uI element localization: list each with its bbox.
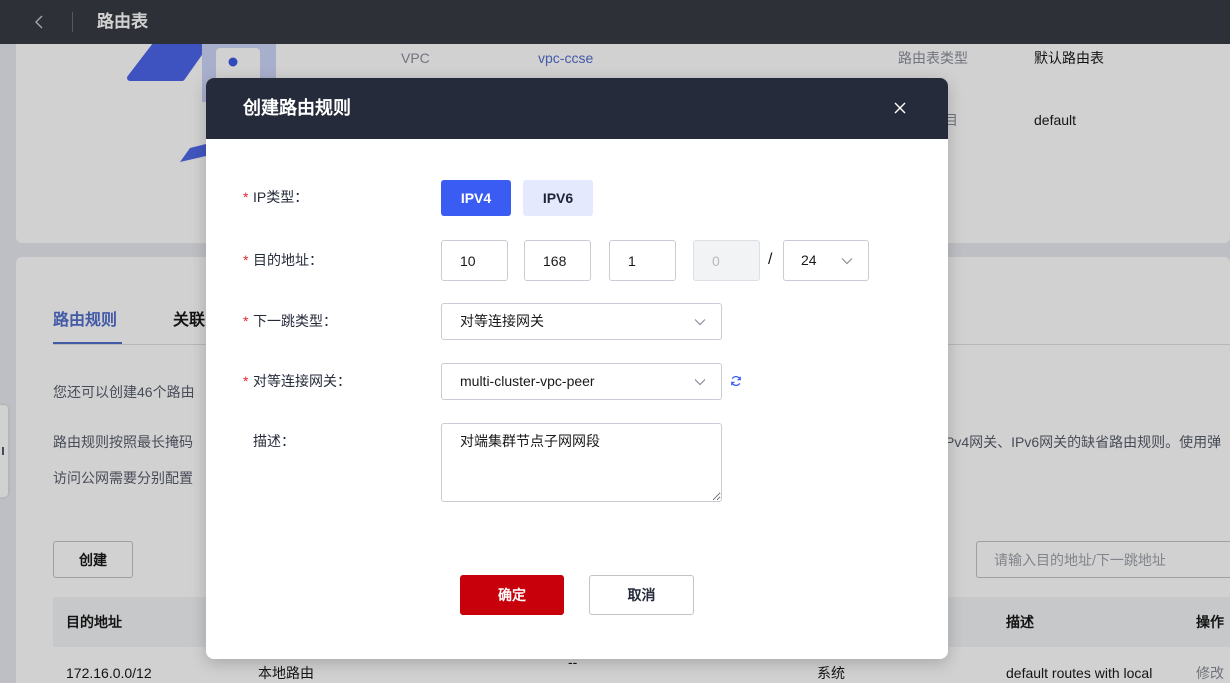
required-mark: *	[243, 252, 249, 268]
ip-octet-4-input	[693, 240, 760, 281]
modal-header: 创建路由规则	[206, 78, 948, 139]
mask-select[interactable]: 24	[783, 240, 869, 281]
mask-separator: /	[768, 251, 773, 268]
mask-value: 24	[801, 252, 817, 268]
ip-octet-2-input[interactable]	[524, 240, 591, 281]
close-button[interactable]	[893, 101, 907, 115]
required-mark: *	[243, 373, 249, 389]
peer-gateway-label: 对等连接网关：	[253, 373, 351, 389]
chevron-down-icon	[694, 379, 706, 386]
required-mark: *	[243, 189, 249, 205]
create-route-rule-dialog: 创建路由规则 * IP类型： IPV4 IPV6 * 目的地址： / 24 * …	[206, 78, 948, 659]
required-mark: *	[243, 313, 249, 329]
chevron-down-icon	[694, 319, 706, 326]
chevron-down-icon	[841, 258, 853, 265]
ip-octet-1-input[interactable]	[441, 240, 508, 281]
refresh-button[interactable]	[730, 375, 742, 387]
ipv6-option[interactable]: IPV6	[523, 180, 593, 216]
description-textarea[interactable]: 对端集群节点子网网段	[441, 423, 722, 502]
ipv4-option[interactable]: IPV4	[441, 180, 511, 216]
peer-gateway-value: multi-cluster-vpc-peer	[460, 373, 595, 389]
refresh-icon	[731, 375, 741, 387]
description-label: 描述：	[253, 433, 295, 449]
modal-title: 创建路由规则	[243, 98, 351, 118]
cancel-button[interactable]: 取消	[589, 575, 694, 615]
ip-octet-3-input[interactable]	[609, 240, 676, 281]
destination-label: 目的地址：	[253, 252, 323, 268]
next-hop-type-value: 对等连接网关	[460, 313, 544, 329]
peer-gateway-select[interactable]: multi-cluster-vpc-peer	[441, 363, 722, 400]
confirm-button[interactable]: 确定	[460, 575, 564, 615]
ip-type-label: IP类型：	[253, 189, 309, 205]
next-hop-type-select[interactable]: 对等连接网关	[441, 303, 722, 340]
next-hop-type-label: 下一跳类型：	[253, 313, 337, 329]
close-icon	[894, 102, 906, 114]
